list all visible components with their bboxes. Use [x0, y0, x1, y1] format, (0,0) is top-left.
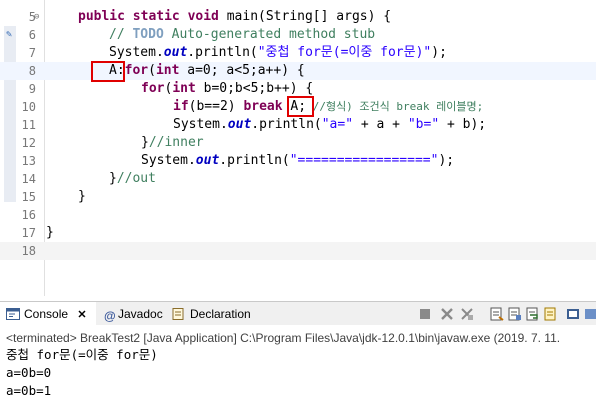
code-text: System.out.println("중첩 for문(=이중 for문)"); [109, 45, 447, 60]
code-text: A:for(int a=0; a<5;a++) { [109, 63, 305, 78]
line-number: 10 [21, 100, 36, 114]
show-console-icon[interactable] [544, 307, 558, 321]
code-text: System.out.println("================="); [141, 153, 455, 168]
word-wrap-icon[interactable] [526, 307, 540, 321]
line-number: 9 [28, 82, 36, 96]
line-number: 14 [21, 172, 36, 186]
line-number: 15 [21, 190, 36, 204]
code-text: // TODO Auto-generated method stub [109, 27, 376, 42]
console-icon [6, 308, 20, 320]
remove-launch-icon[interactable] [440, 307, 454, 321]
code-line: 14 }//out [0, 170, 596, 188]
code-editor[interactable]: ✎ 5 ⊖ public static void main(String[] a… [0, 0, 596, 296]
console-output-line: 중첩 for문(=이중 for문) [6, 347, 158, 362]
code-text: } [78, 189, 86, 204]
console-tab-bar: Console ✕ @ Javadoc Declaration [0, 301, 596, 326]
code-line: 16 [0, 206, 596, 224]
terminated-status: <terminated> BreakTest2 [Java Applicatio… [6, 331, 561, 345]
line-number: 11 [21, 118, 36, 132]
terminate-icon[interactable] [418, 307, 432, 321]
code-line: 12 }//inner [0, 134, 596, 152]
pin-console-icon[interactable] [566, 307, 580, 321]
tab-label: Declaration [190, 307, 251, 321]
close-icon[interactable]: ✕ [77, 309, 86, 321]
code-line: 15 } [0, 188, 596, 206]
code-text: public static void main(String[] args) { [78, 9, 392, 24]
fold-toggle-icon[interactable]: ⊖ [34, 8, 44, 26]
highlight-box-break-label [287, 96, 314, 117]
code-text: if(b==2) break A; //형식) 조건식 break 레이블명; [173, 99, 484, 114]
line-number: 18 [21, 244, 36, 258]
line-number: 8 [28, 64, 36, 78]
code-line: 13 System.out.println("=================… [0, 152, 596, 170]
code-text: } [46, 225, 54, 240]
code-line-current: 8 A:for(int a=0; a<5;a++) { [0, 62, 596, 80]
highlight-box-label [91, 61, 125, 82]
code-line: 7 System.out.println("중첩 for문(=이중 for문)"… [0, 44, 596, 62]
tab-declaration[interactable]: Declaration [172, 302, 251, 326]
line-number: 13 [21, 154, 36, 168]
line-number: 17 [21, 226, 36, 240]
tab-label: Console [24, 307, 69, 321]
declaration-icon [172, 308, 184, 320]
code-line: 11 System.out.println("a=" + a + "b=" + … [0, 116, 596, 134]
code-text: }//inner [141, 135, 204, 150]
console-output-line: a=0b=1 [6, 383, 52, 398]
line-number: 6 [28, 28, 36, 42]
javadoc-icon: @ [104, 309, 116, 323]
code-text: }//out [109, 171, 156, 186]
code-line: 17 } [0, 224, 596, 242]
line-number: 5 [28, 10, 36, 24]
tab-label: Javadoc [118, 307, 163, 321]
clear-console-icon[interactable] [490, 307, 504, 321]
code-line: 5 ⊖ public static void main(String[] arg… [0, 8, 596, 26]
remove-all-terminated-icon[interactable] [460, 307, 474, 321]
tab-javadoc[interactable]: @ Javadoc [104, 302, 163, 326]
scroll-lock-icon[interactable] [508, 307, 522, 321]
console-output[interactable]: <terminated> BreakTest2 [Java Applicatio… [0, 325, 596, 413]
line-number: 7 [28, 46, 36, 60]
code-line: 6 // TODO Auto-generated method stub [0, 26, 596, 44]
tab-console[interactable]: Console ✕ [0, 302, 96, 326]
code-text: System.out.println("a=" + a + "b=" + b); [173, 117, 487, 132]
line-number: 12 [21, 136, 36, 150]
code-line: 18 [0, 242, 596, 260]
display-console-icon[interactable] [584, 307, 596, 321]
line-number: 16 [21, 208, 36, 222]
console-output-line: a=0b=0 [6, 365, 52, 380]
